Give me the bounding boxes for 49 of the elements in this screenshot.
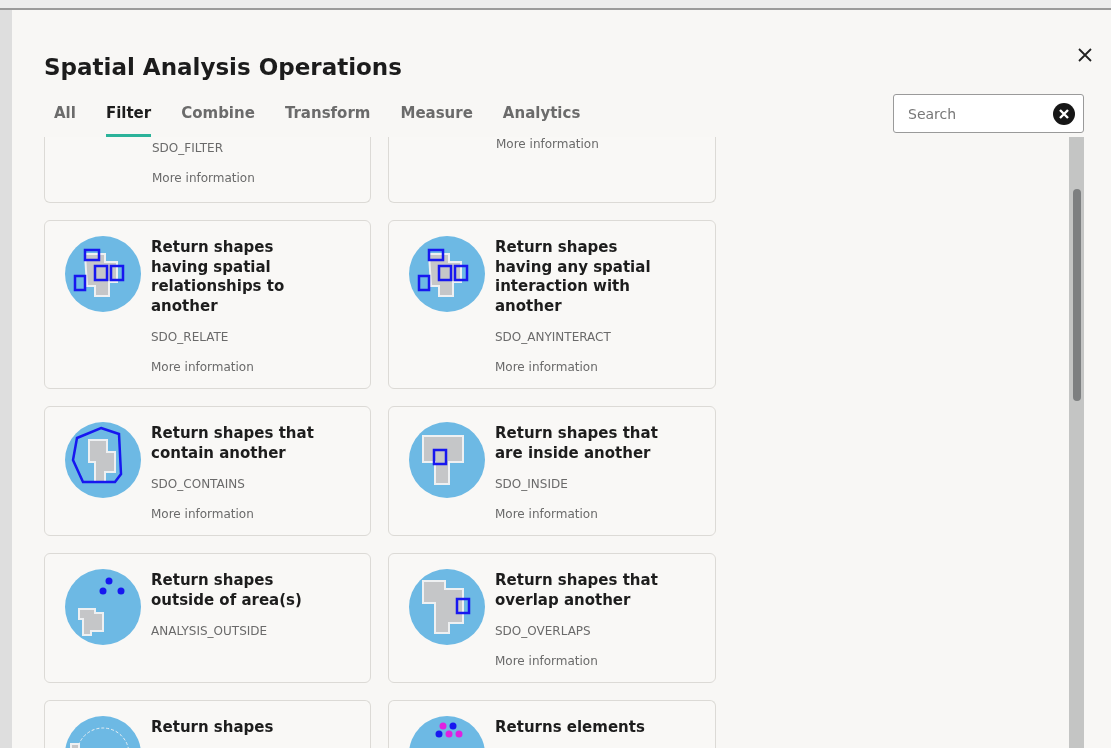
category-tab[interactable]: Transform [284,98,371,137]
more-information-link[interactable]: More information [495,360,667,374]
map-shapes-icon [409,236,485,312]
category-tab[interactable]: Analytics [502,98,581,137]
card-title: Return shapes outside of area(s) [151,571,303,610]
map-shapes-icon [65,422,141,498]
operation-card[interactable]: SDO_FILTER More information [44,137,371,203]
map-shapes-icon [409,422,485,498]
category-tab[interactable]: Combine [181,98,255,137]
card-title: Return shapes having spatial relationships to another [151,238,286,316]
operation-code: SDO_INSIDE [495,477,569,491]
operation-card[interactable]: Returns elements [388,700,716,748]
operation-card[interactable]: Return shapes that overlap another SDO_OVERLAPS More information [388,553,716,683]
card-title: Return shapes that are inside another [495,424,659,463]
more-information-link[interactable]: More information [495,654,667,668]
more-information-link[interactable]: More information [151,507,323,521]
operation-code: SDO_RELATE [151,330,230,344]
operation-card[interactable]: Return shapes [44,700,371,748]
operation-card[interactable]: Return shapes having spatial relationships to another SDO_RELATE More information [44,220,371,389]
map-shapes-icon [409,569,485,645]
more-information-link[interactable]: More information [152,171,255,185]
dialog-title: Spatial Analysis Operations [44,54,402,80]
operation-code: SDO_OVERLAPS [495,624,592,638]
more-information-link[interactable]: More information [151,360,323,374]
operation-code: SDO_ANYINTERACT [495,330,612,344]
operation-card[interactable]: Return shapes that contain another SDO_CONTAINS More information [44,406,371,536]
clear-icon[interactable] [1053,102,1075,125]
scrollbar-track[interactable] [1069,137,1084,748]
operation-card[interactable]: Return shapes outside of area(s) ANALYSIS_OUTSIDE [44,553,371,683]
map-shapes-icon [65,569,141,645]
operation-code: SDO_FILTER [152,141,225,155]
card-title: Return shapes that contain another [151,424,315,463]
operation-card[interactable]: Return shapes having any spatial interaction with another SDO_ANYINTERACT More information [388,220,716,389]
more-information-link[interactable]: More information [496,137,599,151]
operation-code: SDO_CONTAINS [151,477,246,491]
category-tab[interactable]: All [54,98,76,137]
scrollbar-thumb[interactable] [1072,189,1081,401]
card-title: Returns elements [495,718,645,738]
card-title: Return shapes that overlap another [495,571,659,610]
search-field[interactable]: Search [893,94,1084,133]
operation-card[interactable]: More information [388,137,716,203]
category-tab[interactable]: Measure [400,98,473,137]
more-information-link[interactable]: More information [495,507,667,521]
card-title: Return shapes having any spatial interaction with another [495,238,652,316]
card-title: Return shapes [151,718,274,738]
operation-code: ANALYSIS_OUTSIDE [151,624,269,638]
map-shapes-icon [65,236,141,312]
operation-card[interactable]: Return shapes that are inside another SDO_INSIDE More information [388,406,716,536]
search-input[interactable]: Search [906,104,1053,123]
